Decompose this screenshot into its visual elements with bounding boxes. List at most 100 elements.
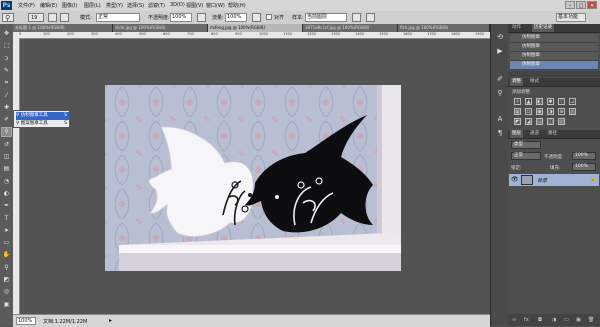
brush-panel-icon[interactable]: ✐ (495, 74, 505, 84)
tab-document-2[interactable]: slide.jpg @ 100%(RGB/8) (113, 24, 208, 32)
sample-select[interactable]: 当前图层 (305, 13, 347, 22)
menu-3d[interactable]: 3D(D) (170, 2, 185, 8)
clone-source-toggle[interactable] (60, 13, 69, 22)
menu-file[interactable]: 文件(F) (18, 2, 35, 9)
zoom-tool-icon[interactable]: ⚲ (2, 264, 11, 272)
character-panel-icon[interactable]: A (495, 114, 505, 124)
menu-edit[interactable]: 编辑(E) (40, 2, 57, 9)
adjustment-row1-icon-2[interactable]: ▲ (525, 98, 532, 105)
crop-tool-icon[interactable]: ⌗ (2, 79, 11, 87)
adjustment-row1-icon-4[interactable]: ✱ (547, 98, 554, 105)
gradient-tool-icon[interactable]: ▤ (2, 165, 11, 173)
flyout-item-pattern-stamp[interactable]: ⚲ 图案图章工具 S (16, 120, 69, 128)
adjustment-row3-icon-2[interactable]: ◪ (525, 118, 532, 125)
adjustment-row3-icon-1[interactable]: ◩ (514, 118, 521, 125)
tab-styles[interactable]: 样式 (528, 78, 541, 86)
flow-input[interactable]: 100% (225, 13, 247, 22)
tab-document-4[interactable]: 1871e8c2cf.jpg @ 100%(RGB/8) (303, 24, 398, 32)
quick-select-tool-icon[interactable]: ✎ (2, 67, 11, 75)
menu-select[interactable]: 选择(S) (127, 2, 144, 9)
eraser-tool-icon[interactable]: ◫ (2, 153, 11, 161)
mask-icon[interactable]: ◘ (538, 317, 542, 323)
adjustment-row1-icon-6[interactable]: ⊿ (569, 98, 576, 105)
flyout-item-clone-stamp[interactable]: ⚲ 仿制图章工具 S (16, 112, 69, 120)
brush-panel-toggle[interactable] (48, 13, 57, 22)
blend-mode-select[interactable]: 正常 (511, 152, 541, 160)
menu-image[interactable]: 图像(I) (62, 2, 77, 9)
link-layers-icon[interactable]: ∞ (512, 317, 516, 323)
layer-fill-input[interactable]: 100% (572, 163, 596, 171)
tab-actions[interactable]: 动作 (510, 24, 523, 32)
type-tool-icon[interactable]: T (2, 215, 11, 223)
marquee-tool-icon[interactable]: ⬚ (2, 42, 11, 50)
fx-icon[interactable]: fx (524, 317, 529, 323)
group-icon[interactable]: ▭ (564, 317, 569, 323)
tab-history[interactable]: 历史记录 (532, 24, 554, 32)
eyedropper-tool-icon[interactable]: ⁄ (2, 92, 11, 100)
opacity-input[interactable]: 100% (170, 13, 192, 22)
adjustment-row2-icon-5[interactable]: ⊕ (558, 108, 565, 115)
color-swatch-icon[interactable]: ◩ (2, 276, 11, 284)
new-layer-icon[interactable]: ▣ (576, 317, 581, 323)
menu-help[interactable]: 帮助(H) (228, 2, 246, 9)
history-panel-icon[interactable]: ⟲ (495, 32, 505, 42)
zoom-level-input[interactable]: 100% (16, 317, 36, 325)
blur-tool-icon[interactable]: ◔ (2, 178, 11, 186)
menu-window[interactable]: 窗口(W) (206, 2, 225, 9)
menu-type[interactable]: 类型(Y) (106, 2, 123, 9)
adjustment-row2-icon-2[interactable]: ⚖ (525, 108, 532, 115)
paragraph-panel-icon[interactable]: ¶ (495, 128, 505, 138)
tab-layers[interactable]: 图层 (510, 130, 523, 138)
history-row-current[interactable]: 仿制图章 (510, 61, 598, 70)
minimize-button[interactable]: – (565, 1, 575, 9)
maximize-button[interactable]: □ (576, 1, 586, 9)
adjustment-row1-icon-5[interactable]: ▽ (558, 98, 565, 105)
history-row[interactable]: 仿制图章 (510, 52, 598, 61)
dodge-tool-icon[interactable]: ◐ (2, 190, 11, 198)
path-select-tool-icon[interactable]: ➤ (2, 227, 11, 235)
adjustment-row3-icon-5[interactable]: ▧ (558, 118, 565, 125)
pressure-opacity-toggle[interactable] (197, 13, 206, 22)
adjustment-row2-icon-3[interactable]: ▣ (536, 108, 543, 115)
quick-mask-icon[interactable]: ◎ (2, 288, 11, 296)
tab-document-5[interactable]: fish.jpg @ 100%(RGB/8) (398, 24, 490, 32)
pressure-size-toggle[interactable] (366, 13, 375, 22)
adjustment-row2-icon-4[interactable]: ◑ (547, 108, 554, 115)
tool-preset-picker[interactable]: ⚲ (2, 13, 14, 22)
tab-document-3[interactable]: mifeng.jpg @ 100%(RGB/8) (208, 24, 303, 32)
actions-panel-icon[interactable]: ▶ (495, 46, 505, 56)
visibility-eye-icon[interactable]: 👁 (511, 176, 519, 183)
hand-tool-icon[interactable]: ✋ (2, 251, 11, 259)
brush-size-picker[interactable]: 19 (28, 13, 44, 22)
screen-mode-icon[interactable]: ▣ (2, 301, 11, 309)
adjustment-row3-icon-4[interactable]: ◫ (547, 118, 554, 125)
airbrush-toggle[interactable] (252, 13, 261, 22)
menu-filter[interactable]: 滤镜(T) (148, 2, 165, 9)
tab-channels[interactable]: 通道 (528, 130, 541, 138)
layer-opacity-input[interactable]: 100% (572, 152, 596, 160)
tab-adjustments[interactable]: 调整 (510, 78, 523, 86)
adjustment-row1-icon-1[interactable]: ☼ (514, 98, 521, 105)
align-checkbox[interactable] (266, 14, 272, 20)
healing-tool-icon[interactable]: ✚ (2, 104, 11, 112)
lasso-tool-icon[interactable]: ↄ (2, 55, 11, 63)
history-row[interactable]: 仿制图章 (510, 34, 598, 43)
close-button[interactable]: ✕ (587, 1, 597, 9)
adjustment-row1-icon-3[interactable]: ◧ (536, 98, 543, 105)
shape-tool-icon[interactable]: ▭ (2, 239, 11, 247)
layer-filter-select[interactable]: 类型 (511, 141, 541, 149)
clone-source-panel-icon[interactable]: ⚲ (495, 88, 505, 98)
ignore-adjustment-toggle[interactable] (352, 13, 361, 22)
brush-tool-icon[interactable]: ✐ (2, 116, 11, 124)
trash-icon[interactable]: 🗑 (588, 317, 594, 323)
menu-view[interactable]: 视图(V) (186, 2, 203, 9)
adjustment-row3-icon-3[interactable]: ▤ (536, 118, 543, 125)
status-menu-arrow-icon[interactable]: ▸ (109, 317, 112, 324)
menu-layer[interactable]: 图层(L) (84, 2, 101, 9)
tab-document-1[interactable]: 未标题-1 @ 100%(RGB/8) (13, 24, 113, 32)
history-brush-tool-icon[interactable]: ↺ (2, 141, 11, 149)
adjustment-row2-icon-1[interactable]: ▦ (514, 108, 521, 115)
adjustment-row2-icon-6[interactable]: ▥ (569, 108, 576, 115)
clone-stamp-tool-icon[interactable]: ⚲ (1, 127, 12, 138)
mode-select[interactable]: 正常 (96, 13, 140, 22)
